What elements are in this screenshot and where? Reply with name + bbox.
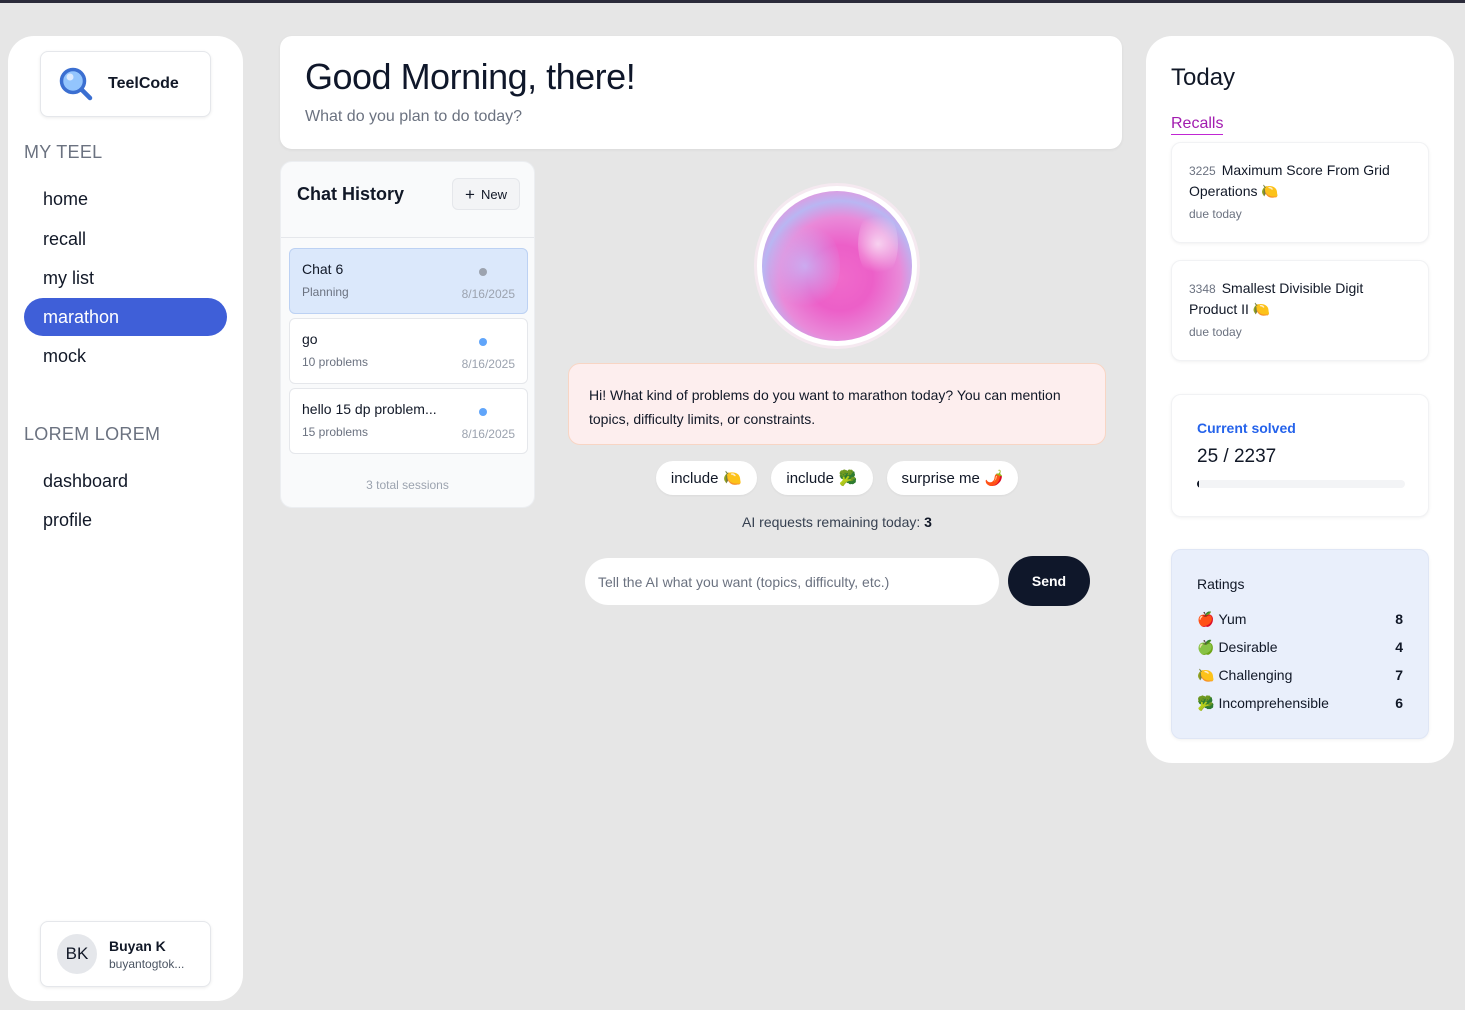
ai-requests-remaining: AI requests remaining today: 3 xyxy=(568,514,1106,530)
chat-item-date: 8/16/2025 xyxy=(461,357,515,371)
lemon-icon: 🍋 xyxy=(1261,183,1279,199)
suggestion-chip-include-lemon[interactable]: include 🍋 xyxy=(656,461,757,495)
rating-label: Desirable xyxy=(1218,639,1278,655)
solved-label: Current solved xyxy=(1197,420,1296,436)
rating-label: Challenging xyxy=(1218,667,1293,683)
chat-input[interactable] xyxy=(585,558,999,605)
section-title-my-teel: MY TEEL xyxy=(24,142,103,162)
nav-item-profile[interactable]: profile xyxy=(24,501,227,539)
chat-history-title: Chat History xyxy=(297,184,405,204)
user-info: Buyan K buyantogtok... xyxy=(109,938,184,971)
plus-icon: + xyxy=(465,184,475,204)
user-card[interactable]: BK Buyan K buyantogtok... xyxy=(40,921,211,987)
nav-item-home[interactable]: home xyxy=(24,180,227,218)
lemon-icon: 🍋 xyxy=(1197,666,1215,683)
chat-item[interactable]: go 10 problems 8/16/2025 xyxy=(289,318,528,384)
nav-item-mock[interactable]: mock xyxy=(24,337,227,375)
recall-number: 3225 xyxy=(1189,164,1216,178)
chili-icon: 🌶️ xyxy=(984,470,1004,487)
nav-item-marathon[interactable]: marathon xyxy=(24,298,227,336)
chat-item[interactable]: Chat 6 Planning 8/16/2025 xyxy=(289,248,528,314)
recall-card[interactable]: 3348 Smallest Divisible Digit Product II … xyxy=(1171,260,1429,361)
rating-count: 6 xyxy=(1395,695,1403,711)
nav-item-dashboard[interactable]: dashboard xyxy=(24,462,227,500)
brand-name: TeelCode xyxy=(108,75,179,92)
greeting-card: Good Morning, there! What do you plan to… xyxy=(280,36,1122,149)
recall-due: due today xyxy=(1189,207,1242,221)
chat-history-header: Chat History + New xyxy=(281,162,534,238)
recall-title-line: 3348 Smallest Divisible Digit Product II … xyxy=(1189,278,1411,319)
broccoli-icon: 🥦 xyxy=(1197,694,1215,711)
chip-label: surprise me xyxy=(901,469,980,487)
red-apple-icon: 🍎 xyxy=(1197,610,1215,627)
nav-item-my-list[interactable]: my list xyxy=(24,259,227,297)
rating-label: Yum xyxy=(1218,611,1247,627)
current-solved-card: Current solved 25 / 2237 xyxy=(1171,394,1429,517)
chat-item-date: 8/16/2025 xyxy=(461,427,515,441)
assistant-orb xyxy=(757,186,917,346)
recall-number: 3348 xyxy=(1189,282,1216,296)
today-title: Today xyxy=(1171,64,1236,91)
solved-value: 25 / 2237 xyxy=(1197,446,1277,467)
recall-card[interactable]: 3225 Maximum Score From Grid Operations 🍋… xyxy=(1171,142,1429,243)
rating-row-challenging: 🍋 Challenging 7 xyxy=(1197,661,1403,689)
recall-due: due today xyxy=(1189,325,1242,339)
user-name: Buyan K xyxy=(109,937,166,954)
orb-icon xyxy=(762,191,912,341)
solved-progress-fill xyxy=(1197,480,1200,488)
page-title: Good Morning, there! xyxy=(305,56,636,97)
section-title-lorem: LOREM LOREM xyxy=(24,424,161,444)
magnifier-logo-icon xyxy=(58,66,94,102)
ai-remaining-label: AI requests remaining today: xyxy=(742,514,921,530)
brand-logo[interactable]: TeelCode xyxy=(40,51,211,117)
lemon-icon: 🍋 xyxy=(723,470,743,487)
assistant-message: Hi! What kind of problems do you want to… xyxy=(568,363,1106,445)
green-apple-icon: 🍏 xyxy=(1197,638,1215,655)
sidebar: TeelCode MY TEEL home recall my list mar… xyxy=(8,36,243,1001)
recall-title-line: 3225 Maximum Score From Grid Operations 🍋 xyxy=(1189,160,1411,201)
nav-item-recall[interactable]: recall xyxy=(24,220,227,258)
rating-count: 8 xyxy=(1395,611,1403,627)
recall-title: Maximum Score From Grid Operations xyxy=(1189,162,1390,199)
suggestion-chip-surprise-me[interactable]: surprise me 🌶️ xyxy=(887,461,1018,495)
ai-remaining-count: 3 xyxy=(924,514,932,530)
rating-row-desirable: 🍏 Desirable 4 xyxy=(1197,633,1403,661)
solved-progress-bar xyxy=(1197,480,1405,488)
ratings-card: Ratings 🍎 Yum 8 🍏 Desirable 4 🍋 Challeng… xyxy=(1171,549,1429,739)
status-dot-icon xyxy=(479,408,487,416)
new-chat-label: New xyxy=(480,186,507,202)
suggestion-chip-include-broccoli[interactable]: include 🥦 xyxy=(771,461,873,495)
ratings-title: Ratings xyxy=(1197,576,1245,592)
rating-count: 7 xyxy=(1395,667,1403,683)
chat-item[interactable]: hello 15 dp problem... 15 problems 8/16/… xyxy=(289,388,528,454)
chip-label: include xyxy=(786,469,834,487)
chat-item-date: 8/16/2025 xyxy=(461,287,515,301)
status-dot-icon xyxy=(479,338,487,346)
status-dot-icon xyxy=(479,268,487,276)
new-chat-button[interactable]: + New xyxy=(452,178,520,210)
chip-label: include xyxy=(670,469,719,487)
today-panel: Today Recalls 3225 Maximum Score From Gri… xyxy=(1146,36,1454,763)
rating-row-yum: 🍎 Yum 8 xyxy=(1197,605,1403,633)
broccoli-icon: 🥦 xyxy=(838,470,858,487)
page-subtitle: What do you plan to do today? xyxy=(305,108,523,125)
rating-row-incomprehensible: 🥦 Incomprehensible 6 xyxy=(1197,689,1403,717)
recalls-link[interactable]: Recalls xyxy=(1171,114,1224,135)
avatar: BK xyxy=(57,934,97,974)
chat-history-panel: Chat History + New Chat 6 Planning 8/16/… xyxy=(280,161,535,508)
total-sessions: 3 total sessions xyxy=(366,478,449,492)
send-button[interactable]: Send xyxy=(1008,556,1090,606)
lemon-icon: 🍋 xyxy=(1252,301,1271,317)
rating-label: Incomprehensible xyxy=(1218,695,1329,711)
user-email: buyantogtok... xyxy=(109,956,185,971)
rating-count: 4 xyxy=(1395,639,1403,655)
